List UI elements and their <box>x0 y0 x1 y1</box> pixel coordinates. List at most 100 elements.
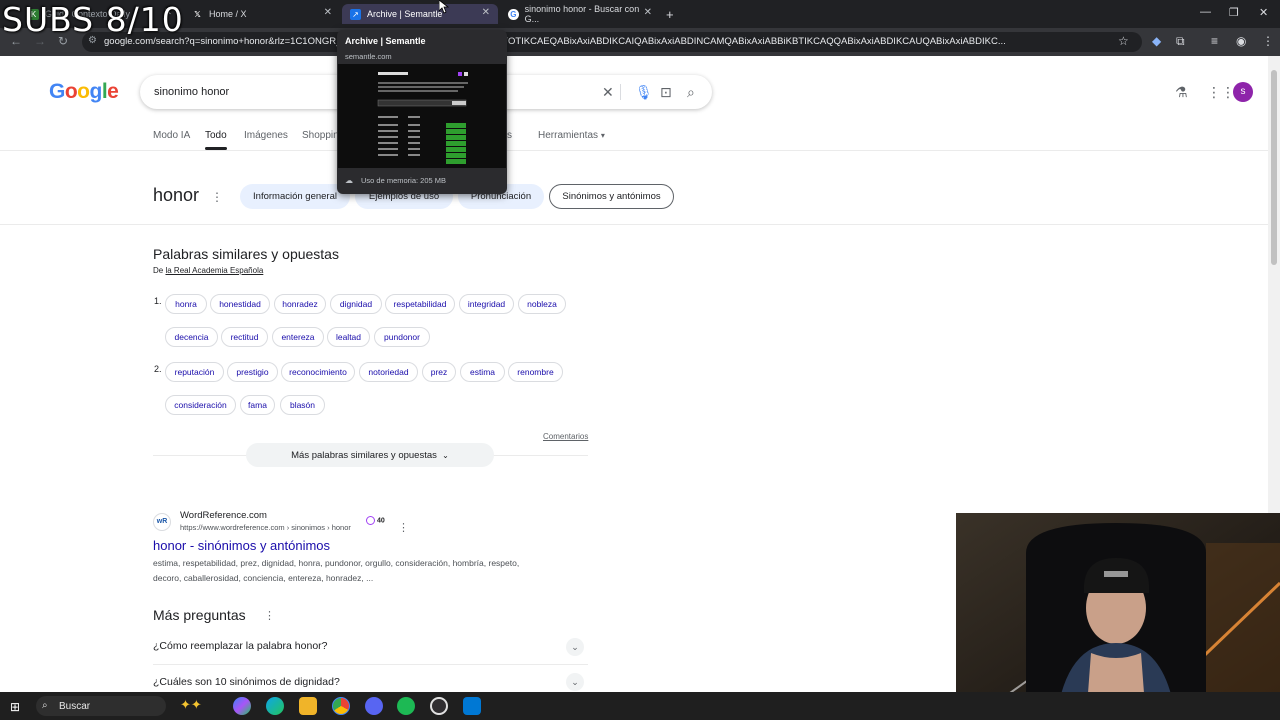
hover-card-thumbnail <box>338 64 506 168</box>
tab-label: Home / X <box>209 9 247 19</box>
mouse-cursor-icon <box>439 0 449 14</box>
synonym-chip[interactable]: respetabilidad <box>385 294 455 314</box>
chevron-down-icon: ⌄ <box>442 450 449 460</box>
search-icon: ⌕ <box>42 700 48 711</box>
media-control-icon[interactable]: ≡ <box>1211 34 1218 48</box>
tab-shopping[interactable]: Shoppin <box>302 130 339 141</box>
synonym-chip[interactable]: notoriedad <box>359 362 418 382</box>
result-snippet-line: estima, respetabilidad, prez, dignidad, … <box>153 558 520 568</box>
restore-icon[interactable]: ❐ <box>1229 6 1239 19</box>
minimize-icon[interactable]: — <box>1200 6 1211 18</box>
result-title-link[interactable]: honor - sinónimos y antónimos <box>153 538 330 553</box>
url-text[interactable]: google.com/search?q=sinonimo+honor&rlz=1… <box>104 36 1104 47</box>
copilot-sparkle-icon[interactable]: ✦✦ <box>180 697 202 713</box>
circle-badge-icon <box>366 516 375 525</box>
clear-search-icon[interactable]: ✕ <box>602 84 614 101</box>
profile-icon[interactable]: ◉ <box>1236 34 1246 48</box>
tab-label: Archive | Semantle <box>367 9 443 19</box>
synonym-chip[interactable]: prestigio <box>227 362 278 382</box>
rae-link[interactable]: la Real Academia Española <box>165 266 263 275</box>
people-also-ask-title: Más preguntas <box>153 607 246 623</box>
tab-todo[interactable]: Todo <box>205 130 227 141</box>
tab-modo-ia[interactable]: Modo IA <box>153 130 190 141</box>
outlook-icon[interactable] <box>463 697 481 715</box>
synonym-chip[interactable]: rectitud <box>221 327 268 347</box>
hover-card-title: Archive | Semantle <box>345 36 426 46</box>
synonym-chip[interactable]: renombre <box>508 362 563 382</box>
synonym-chip[interactable]: entereza <box>272 327 324 347</box>
scrollbar-thumb[interactable] <box>1271 70 1277 265</box>
synonym-chip[interactable]: reputación <box>165 362 224 382</box>
windows-start-icon[interactable]: ⊞ <box>10 700 20 714</box>
search-icon[interactable]: ⌕ <box>687 84 695 101</box>
extension-icon[interactable]: ◆ <box>1152 34 1161 48</box>
search-divider <box>620 84 621 100</box>
file-explorer-icon[interactable] <box>299 697 317 715</box>
close-tab-icon[interactable]: ✕ <box>644 7 652 18</box>
semantle-preview-image <box>338 64 506 168</box>
spotify-icon[interactable] <box>397 697 415 715</box>
edge-browser-icon[interactable] <box>266 697 284 715</box>
new-tab-icon[interactable]: + <box>666 7 674 22</box>
discord-icon[interactable] <box>365 697 383 715</box>
menu-kebab-icon[interactable]: ⋮ <box>1262 34 1274 48</box>
synonym-chip[interactable]: blasón <box>280 395 325 415</box>
obs-studio-icon[interactable] <box>430 697 448 715</box>
question-item[interactable]: ¿Cuáles son 10 sinónimos de dignidad? <box>153 676 340 688</box>
synonym-chip[interactable]: honestidad <box>210 294 270 314</box>
more-synonyms-button[interactable]: Más palabras similares y opuestas ⌄ <box>246 443 494 467</box>
tab-partial[interactable]: s <box>507 130 512 141</box>
question-item[interactable]: ¿Cómo reemplazar la palabra honor? <box>153 640 328 652</box>
chevron-down-icon[interactable]: ⌄ <box>566 638 584 656</box>
source-prefix: De <box>153 266 164 275</box>
result-options-icon[interactable]: ⋮ <box>398 521 409 534</box>
result-badge: 40 <box>366 516 385 525</box>
synonym-chip[interactable]: integridad <box>459 294 514 314</box>
hover-card-memory: Uso de memoria: 205 MB <box>361 176 447 185</box>
chip-informacion-general[interactable]: Información general <box>240 184 350 209</box>
labs-flask-icon[interactable]: ⚗ <box>1175 84 1188 101</box>
chip-sinonimos-antonimos[interactable]: Sinónimos y antónimos <box>549 184 674 209</box>
synonym-chip[interactable]: honra <box>165 294 207 314</box>
synonym-chip[interactable]: decencia <box>165 327 218 347</box>
chrome-icon[interactable] <box>332 697 350 715</box>
taskbar-search-box[interactable] <box>36 696 166 716</box>
result-url: https://www.wordreference.com › sinonimo… <box>180 523 351 532</box>
tab-semantle[interactable]: ↗ Archive | Semantle ✕ <box>342 4 498 24</box>
chevron-down-icon[interactable]: ⌄ <box>566 673 584 691</box>
more-options-icon[interactable]: ⋮ <box>264 609 275 622</box>
feedback-link[interactable]: Comentarios <box>543 432 588 441</box>
synonym-chip[interactable]: nobleza <box>518 294 566 314</box>
synonym-chip[interactable]: estima <box>460 362 505 382</box>
synonym-chip[interactable]: honradez <box>274 294 326 314</box>
tab-herramientas[interactable]: Herramientas ▾ <box>538 130 605 141</box>
synonym-chip[interactable]: consideración <box>165 395 236 415</box>
synonym-chip[interactable]: prez <box>422 362 456 382</box>
synonym-chip[interactable]: fama <box>240 395 275 415</box>
tab-google-search[interactable]: G sinonimo honor - Buscar con G... ✕ <box>500 4 660 24</box>
synonym-chip[interactable]: reconocimiento <box>281 362 355 382</box>
copilot-icon[interactable] <box>233 697 251 715</box>
extensions-puzzle-icon[interactable]: ⧉ <box>1176 34 1185 49</box>
bookmark-star-icon[interactable]: ☆ <box>1118 34 1129 48</box>
chevron-down-icon: ▾ <box>600 131 605 140</box>
webcam-video-image <box>956 513 1280 720</box>
close-tab-icon[interactable]: ✕ <box>482 7 490 18</box>
lens-camera-icon[interactable]: ⊡ <box>660 84 672 101</box>
microphone-icon[interactable]: 🎙 <box>635 84 653 101</box>
tab-x-home[interactable]: 𝕏 Home / X ✕ <box>184 4 340 24</box>
more-options-icon[interactable]: ⋮ <box>211 190 223 204</box>
tab-imagenes[interactable]: Imágenes <box>244 130 288 141</box>
synonym-chip[interactable]: pundonor <box>374 327 430 347</box>
avatar[interactable]: s <box>1233 82 1253 102</box>
taskbar-search-label: Buscar <box>59 701 91 712</box>
synonym-chip[interactable]: dignidad <box>330 294 382 314</box>
close-tab-icon[interactable]: ✕ <box>324 7 332 18</box>
synonyms-panel-title: Palabras similares y opuestas <box>153 246 339 262</box>
page-title: honor <box>153 185 200 205</box>
close-window-icon[interactable]: ✕ <box>1259 6 1268 19</box>
google-logo[interactable]: Google <box>49 80 119 104</box>
search-input[interactable]: sinonimo honor <box>154 86 229 98</box>
webcam-overlay <box>956 513 1280 720</box>
synonym-chip[interactable]: lealtad <box>327 327 370 347</box>
